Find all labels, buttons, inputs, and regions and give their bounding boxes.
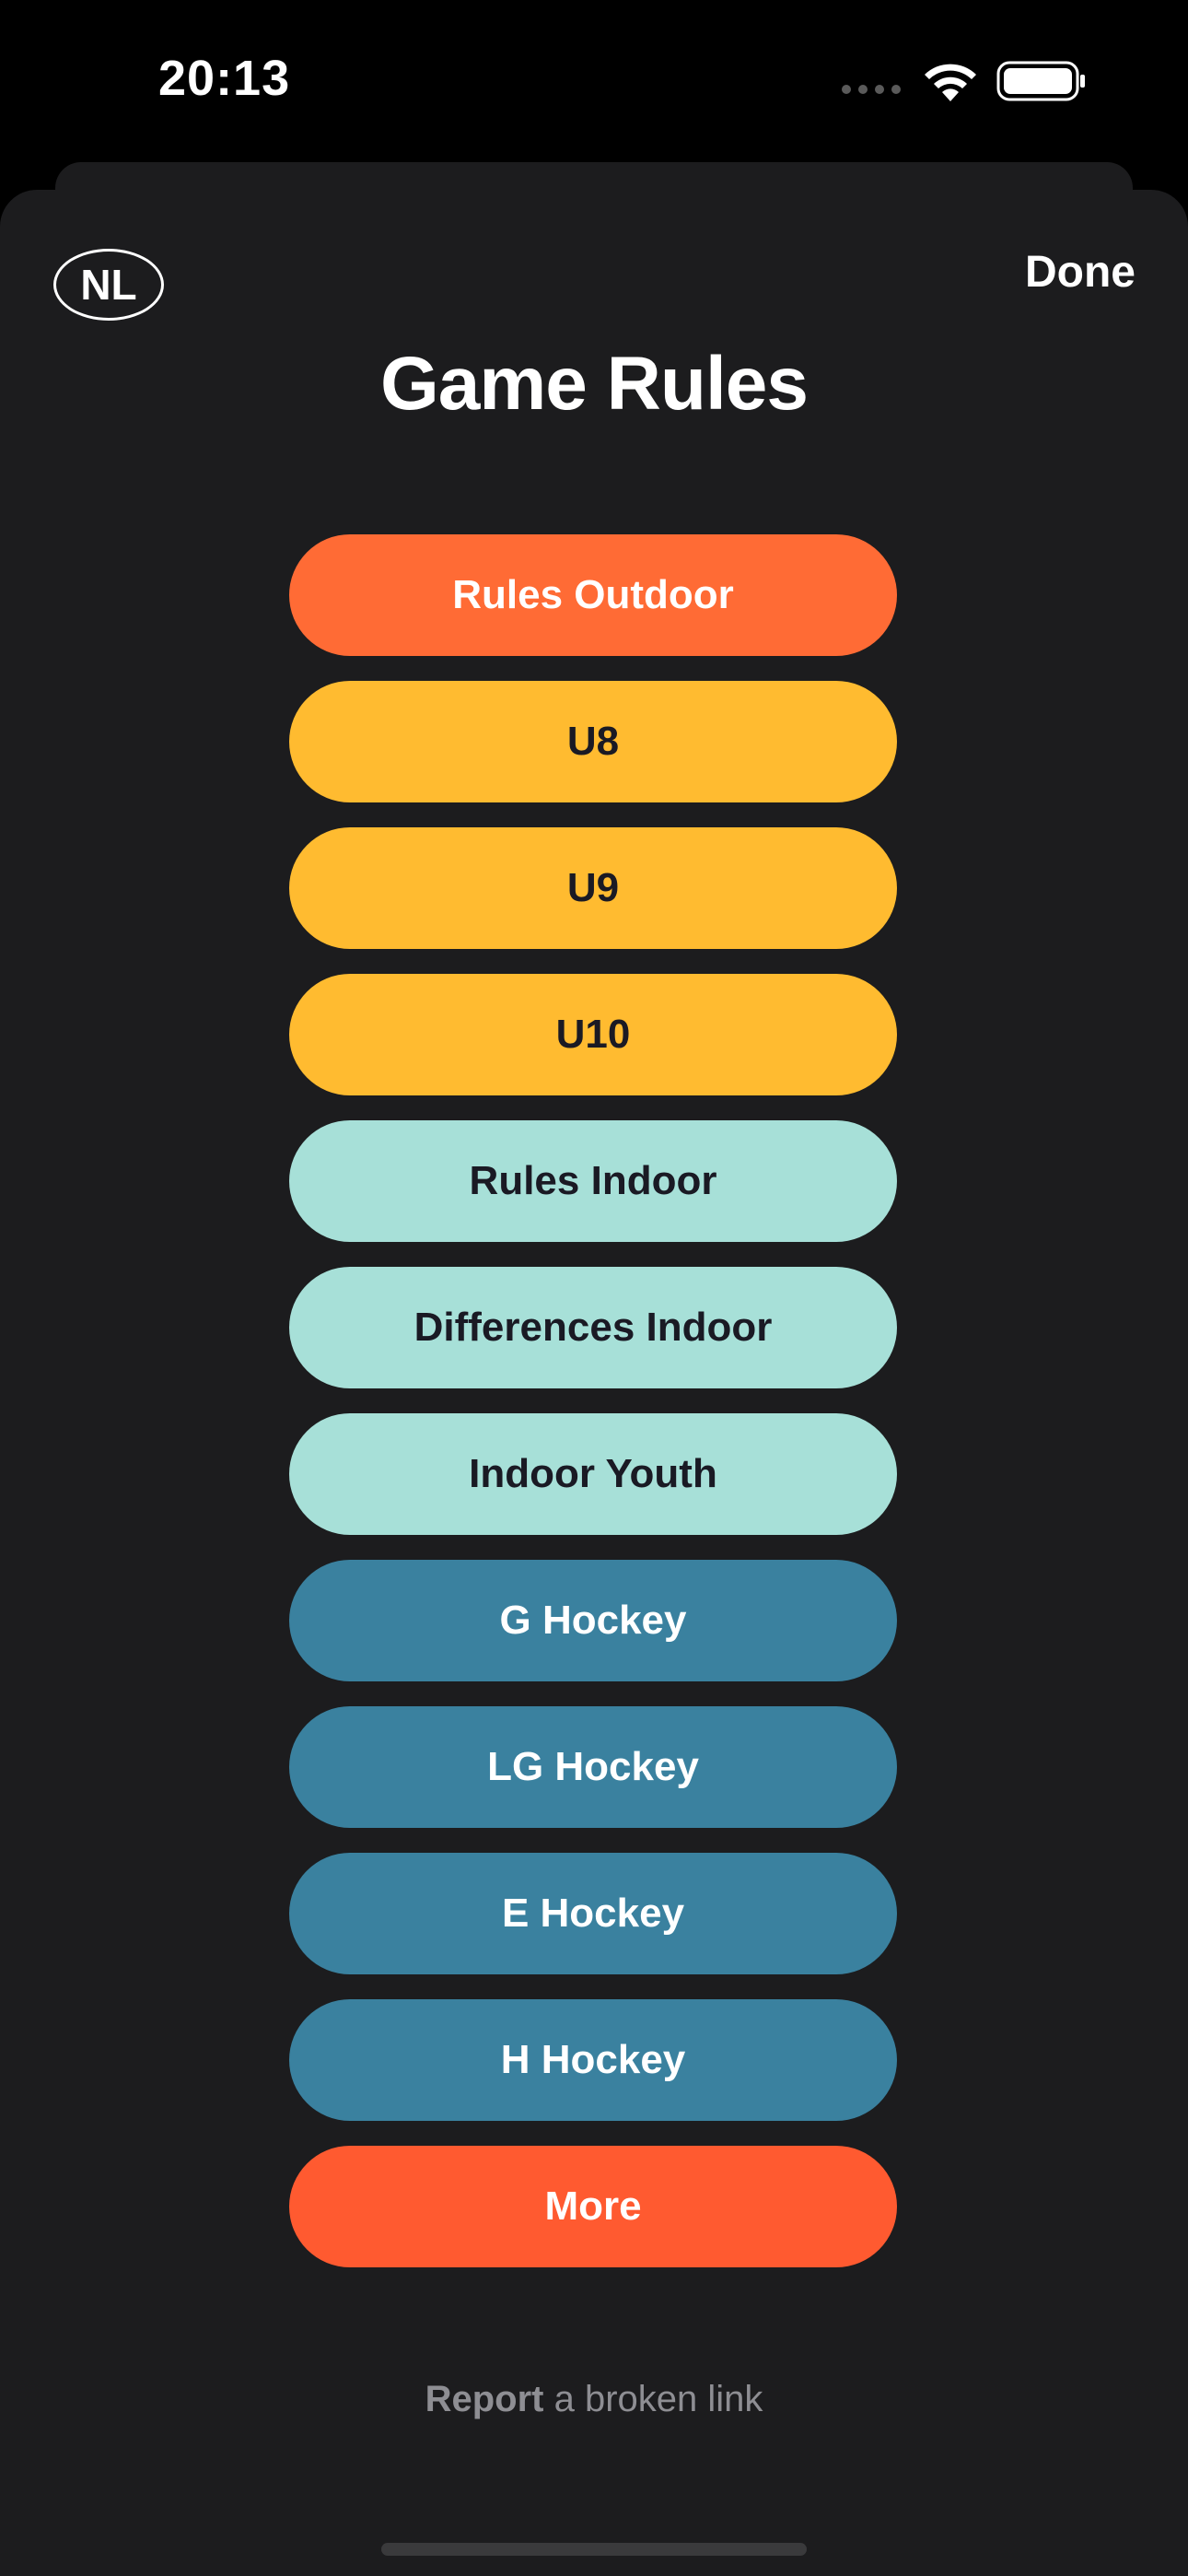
- cellular-signal-icon: [842, 85, 901, 94]
- indoor-youth-button[interactable]: Indoor Youth: [289, 1413, 897, 1535]
- h-hockey-button[interactable]: H Hockey: [289, 1999, 897, 2121]
- u9-button[interactable]: U9: [289, 827, 897, 949]
- language-toggle-button[interactable]: NL: [53, 249, 164, 321]
- lg-hockey-button[interactable]: LG Hockey: [289, 1706, 897, 1828]
- home-indicator: [381, 2543, 807, 2556]
- more-button[interactable]: More: [289, 2146, 897, 2267]
- e-hockey-button[interactable]: E Hockey: [289, 1853, 897, 1974]
- status-time: 20:13: [158, 51, 291, 106]
- rules-indoor-button[interactable]: Rules Indoor: [289, 1120, 897, 1242]
- page-title: Game Rules: [380, 342, 809, 426]
- done-button[interactable]: Done: [1025, 247, 1136, 298]
- g-hockey-button[interactable]: G Hockey: [289, 1560, 897, 1681]
- report-broken-link[interactable]: Report a broken link: [0, 2379, 1188, 2420]
- report-link-bold: Report: [425, 2379, 544, 2419]
- battery-icon: [996, 61, 1085, 101]
- report-link-text: a broken link: [543, 2379, 763, 2419]
- rules-outdoor-button[interactable]: Rules Outdoor: [289, 534, 897, 656]
- u10-button[interactable]: U10: [289, 974, 897, 1095]
- differences-indoor-button[interactable]: Differences Indoor: [289, 1267, 897, 1388]
- wifi-icon: [925, 64, 976, 101]
- u8-button[interactable]: U8: [289, 681, 897, 802]
- rules-list: Rules Outdoor U8 U9 U10 Rules Indoor Dif…: [289, 534, 897, 2267]
